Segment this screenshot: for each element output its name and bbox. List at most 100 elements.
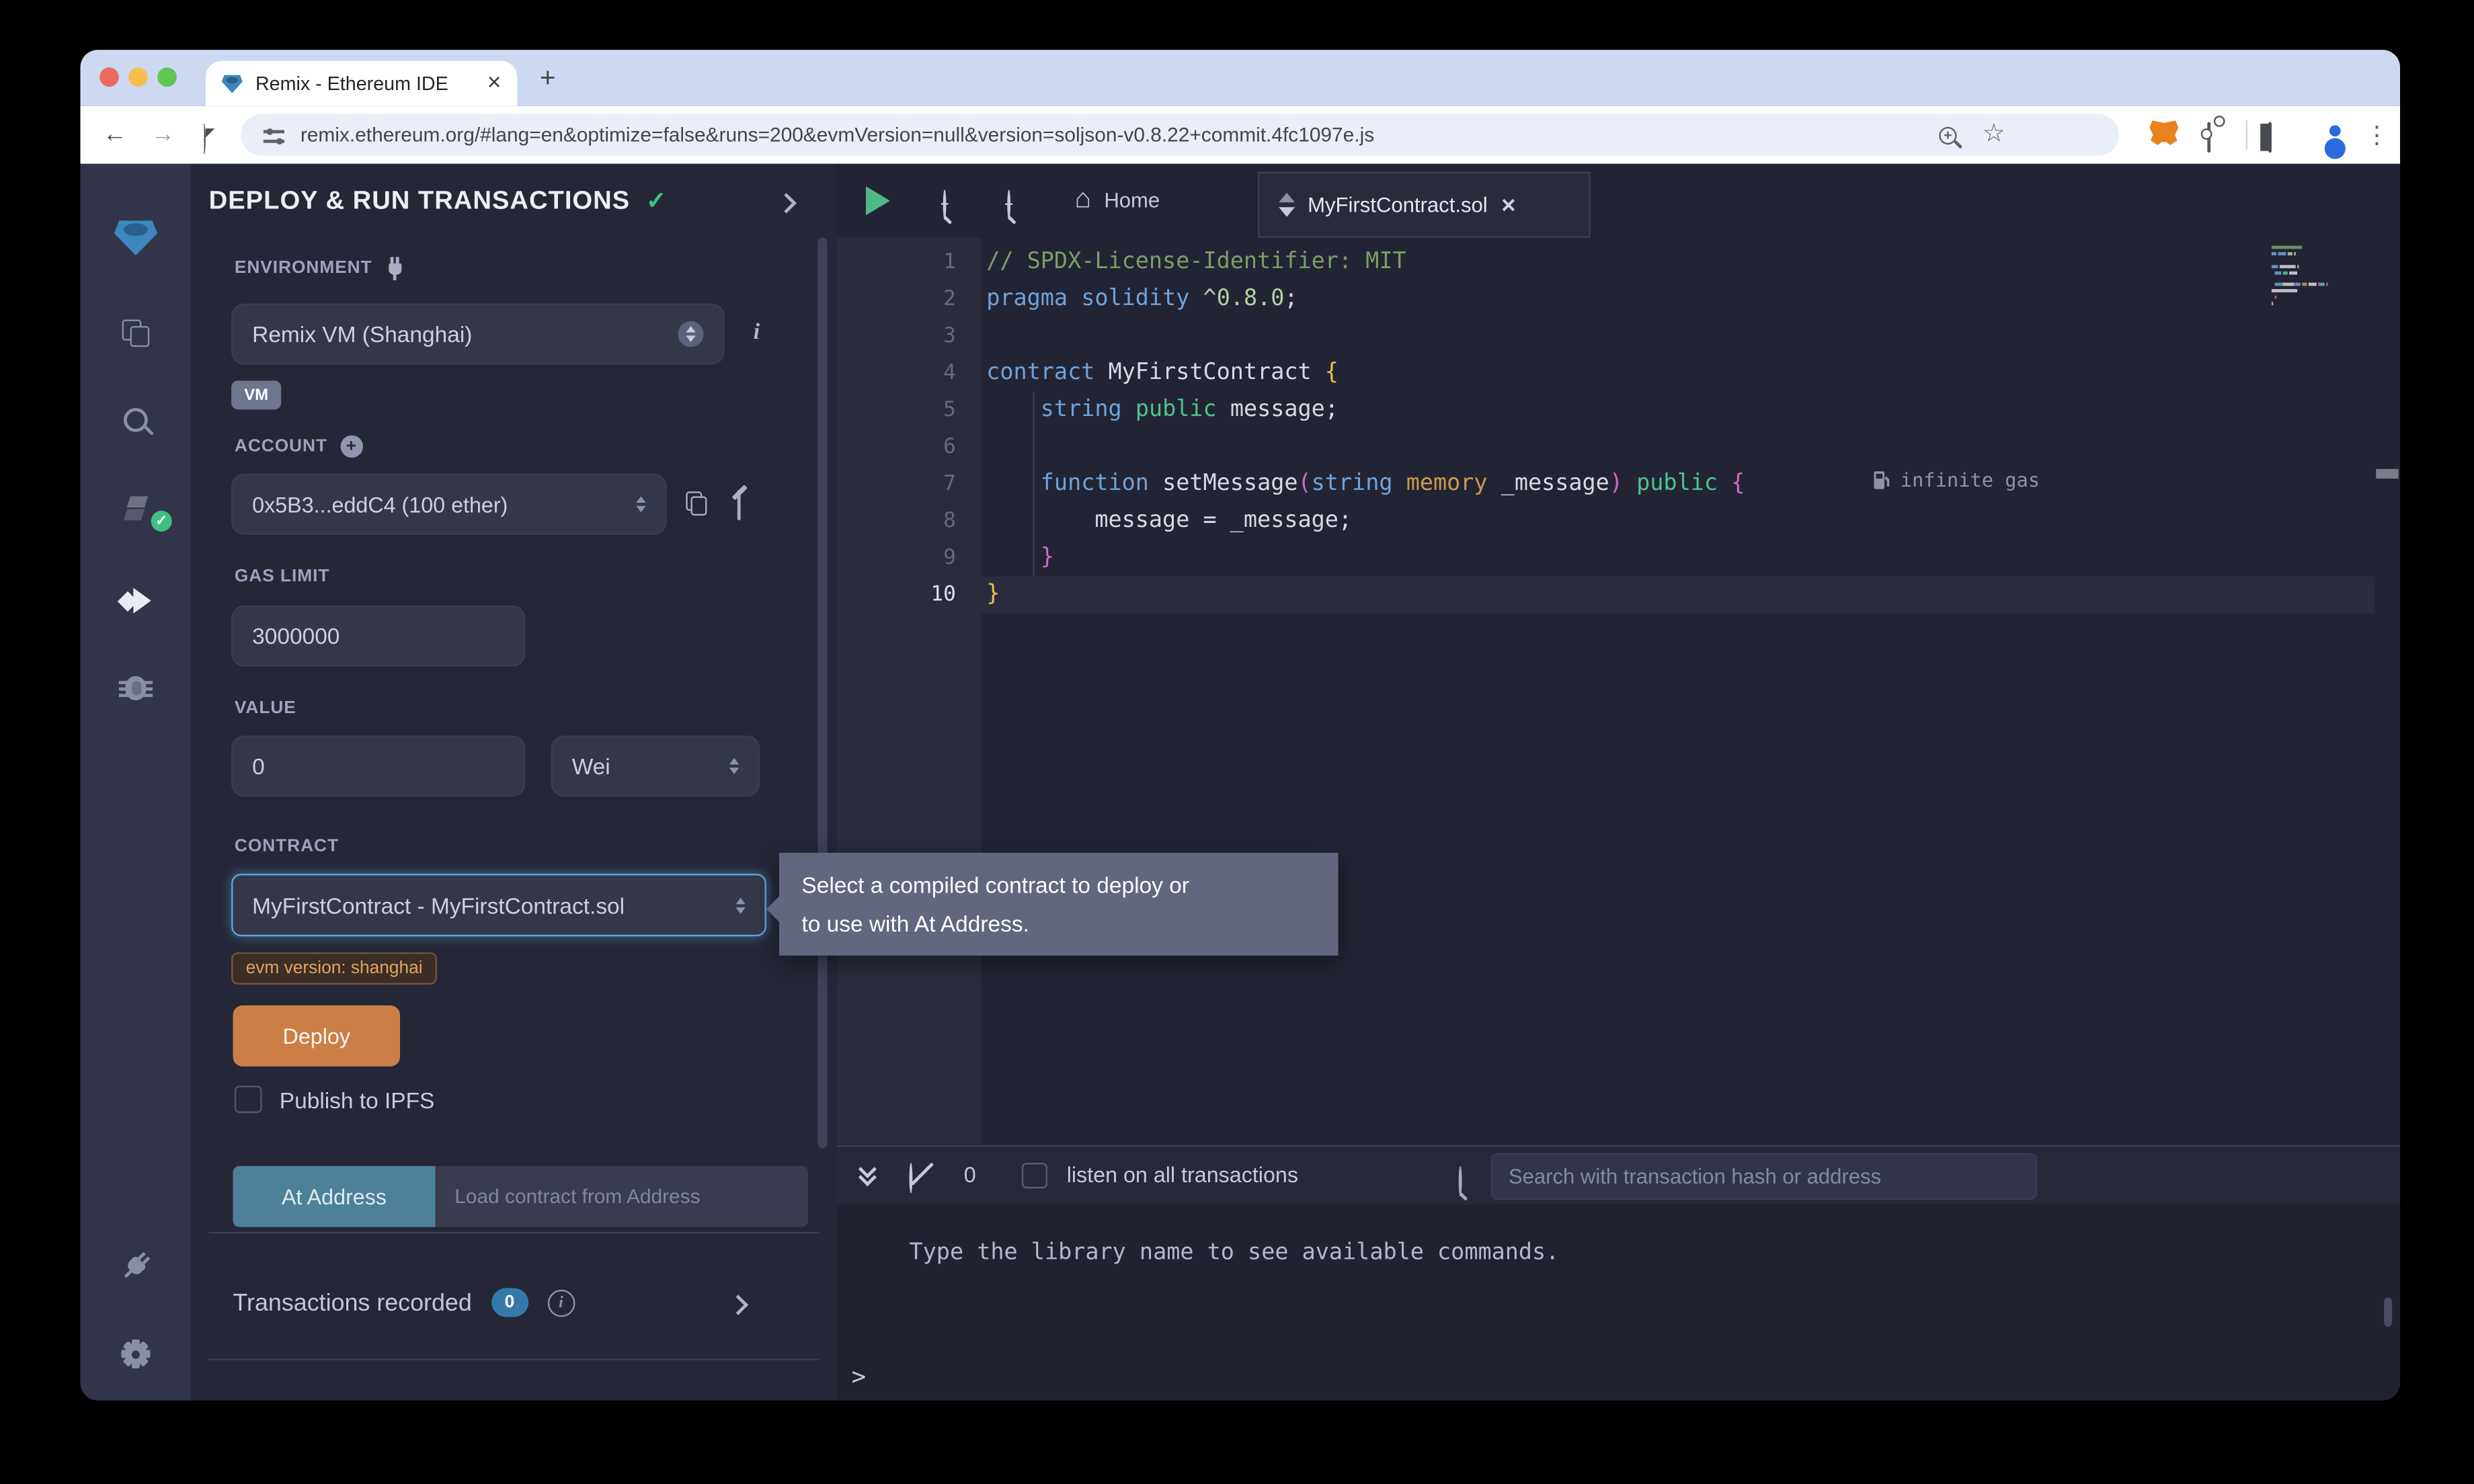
environment-info-icon[interactable] bbox=[754, 318, 760, 347]
file-explorer-icon bbox=[122, 320, 150, 345]
metamask-extension-icon[interactable] bbox=[2149, 120, 2178, 146]
editor-area: − + Home MyFirstContract.sol 12345678910… bbox=[837, 164, 2400, 1401]
contract-value: MyFirstContract - MyFirstContract.sol bbox=[252, 892, 735, 917]
account-spinner-icon bbox=[636, 496, 645, 512]
zoom-out-icon[interactable]: − bbox=[943, 190, 947, 220]
contract-spinner-icon bbox=[735, 897, 745, 913]
transactions-info-icon[interactable] bbox=[547, 1289, 575, 1317]
code-line bbox=[986, 318, 1745, 355]
tooltip-line-1: Select a compiled contract to deploy or bbox=[801, 866, 1316, 904]
back-arrow-icon[interactable]: ← bbox=[103, 122, 127, 147]
tab-close-icon[interactable] bbox=[487, 69, 502, 98]
screenshot-stage: Remix - Ethereum IDE ← → remix.ethereum.… bbox=[0, 0, 2474, 1484]
window-zoom-button[interactable] bbox=[157, 67, 177, 87]
terminal-message: Type the library name to see available c… bbox=[910, 1240, 1560, 1266]
editor-gutter: 12345678910 bbox=[837, 244, 956, 614]
window-minimize-button[interactable] bbox=[128, 67, 148, 87]
account-select[interactable]: 0x5B3...eddC4 (100 ether) bbox=[231, 474, 667, 535]
panel-collapse-chevron-icon[interactable] bbox=[776, 193, 797, 213]
browser-toolbar: ← → remix.ethereum.org/#lang=en&optimize… bbox=[80, 106, 2400, 164]
line-number: 7 bbox=[837, 466, 956, 503]
browser-menu-icon[interactable] bbox=[2365, 122, 2389, 151]
home-icon bbox=[1075, 185, 1092, 215]
terminal-header: 0 listen on all transactions bbox=[837, 1145, 2400, 1208]
plugin-plug-icon bbox=[113, 1243, 159, 1288]
transactions-expand-chevron-icon[interactable] bbox=[728, 1294, 748, 1315]
browser-tab-title: Remix - Ethereum IDE bbox=[255, 73, 487, 95]
site-settings-icon[interactable] bbox=[264, 127, 284, 143]
remix-favicon-icon bbox=[222, 74, 243, 93]
gas-pump-icon bbox=[1873, 470, 1890, 490]
deploy-run-panel: DEPLOY & RUN TRANSACTIONS ENVIRONMENT Re… bbox=[191, 164, 838, 1401]
zoom-in-icon[interactable]: + bbox=[1007, 190, 1010, 220]
environment-plug-icon bbox=[385, 257, 405, 279]
terminal-scrollbar[interactable] bbox=[2384, 1298, 2392, 1327]
indent-guide bbox=[1033, 392, 1035, 577]
sidebar-item-debugger[interactable] bbox=[80, 676, 191, 700]
sidebar-item-file-explorer[interactable] bbox=[80, 320, 191, 345]
sidebar-item-solidity-compiler[interactable] bbox=[80, 496, 191, 522]
deploy-button[interactable]: Deploy bbox=[233, 1005, 400, 1067]
gas-limit-input[interactable]: 3000000 bbox=[231, 606, 525, 667]
side-panel-icon[interactable] bbox=[2268, 122, 2272, 153]
value-label: VALUE bbox=[235, 698, 296, 718]
bookmark-star-icon[interactable] bbox=[1983, 120, 2005, 149]
sidebar-item-plugin-manager[interactable] bbox=[80, 1249, 191, 1282]
line-number: 2 bbox=[837, 281, 956, 318]
terminal-search-input[interactable] bbox=[1491, 1153, 2037, 1200]
terminal-body[interactable]: Type the library name to see available c… bbox=[837, 1204, 2400, 1401]
panel-scrollbar[interactable] bbox=[817, 238, 827, 1149]
reload-icon[interactable] bbox=[202, 124, 206, 154]
unit-spinner-icon bbox=[729, 758, 739, 774]
code-line: pragma solidity ^0.8.0; bbox=[986, 281, 1745, 318]
toolbar-separator bbox=[2246, 120, 2247, 149]
edit-account-icon[interactable] bbox=[737, 490, 741, 520]
tab-home[interactable]: Home bbox=[1075, 185, 1160, 215]
add-account-icon[interactable] bbox=[340, 436, 362, 458]
extensions-puzzle-icon[interactable] bbox=[2207, 122, 2210, 153]
contract-select[interactable]: MyFirstContract - MyFirstContract.sol bbox=[231, 874, 766, 936]
vm-badge: VM bbox=[231, 380, 281, 409]
value-input[interactable]: 0 bbox=[231, 735, 525, 796]
transactions-recorded-label: Transactions recorded bbox=[233, 1289, 471, 1317]
clear-console-icon[interactable] bbox=[910, 1163, 913, 1193]
tooltip-line-2: to use with At Address. bbox=[801, 904, 1316, 942]
expand-terminal-icon[interactable] bbox=[861, 1167, 874, 1184]
sidebar-item-deploy-run[interactable] bbox=[80, 586, 191, 614]
listen-transactions-label: listen on all transactions bbox=[1067, 1163, 1298, 1187]
environment-label: ENVIRONMENT bbox=[235, 257, 405, 279]
line-number: 10 bbox=[837, 577, 956, 614]
browser-tab[interactable]: Remix - Ethereum IDE bbox=[206, 61, 518, 106]
at-address-button[interactable]: At Address bbox=[233, 1166, 435, 1227]
zoom-page-icon[interactable]: + bbox=[1939, 126, 1956, 144]
environment-select[interactable]: Remix VM (Shanghai) bbox=[231, 304, 725, 365]
solidity-file-icon bbox=[1279, 193, 1295, 217]
account-value: 0x5B3...eddC4 (100 ether) bbox=[252, 492, 636, 516]
tab-close-icon[interactable] bbox=[1501, 190, 1517, 219]
sidebar-item-settings[interactable] bbox=[80, 1341, 191, 1366]
panel-divider-bottom bbox=[209, 1359, 820, 1360]
sidebar-item-search[interactable] bbox=[80, 408, 191, 432]
code-line: string public message; bbox=[986, 392, 1745, 429]
forward-arrow-icon[interactable]: → bbox=[151, 122, 175, 147]
at-address-input[interactable] bbox=[436, 1166, 808, 1227]
listen-transactions-checkbox[interactable] bbox=[1022, 1163, 1047, 1188]
tab-myfirstcontract[interactable]: MyFirstContract.sol bbox=[1258, 172, 1591, 238]
remix-logo-icon[interactable] bbox=[80, 218, 191, 255]
run-script-play-icon[interactable] bbox=[866, 186, 890, 215]
terminal: 0 listen on all transactions Type the li… bbox=[837, 1145, 2400, 1401]
address-bar[interactable]: remix.ethereum.org/#lang=en&optimize=fal… bbox=[241, 114, 2118, 156]
window-close-button[interactable] bbox=[99, 67, 119, 87]
new-tab-button[interactable] bbox=[540, 65, 556, 95]
terminal-count: 0 bbox=[964, 1163, 976, 1187]
contract-tooltip: Select a compiled contract to deploy or … bbox=[779, 853, 1339, 956]
publish-ipfs-checkbox[interactable] bbox=[235, 1085, 262, 1113]
editor-code: // SPDX-License-Identifier: MITpragma so… bbox=[986, 244, 1745, 614]
panel-divider bbox=[209, 1232, 820, 1233]
line-number: 8 bbox=[837, 503, 956, 540]
value-unit-select[interactable]: Wei bbox=[551, 735, 760, 796]
line-number: 6 bbox=[837, 429, 956, 466]
url-text[interactable]: remix.ethereum.org/#lang=en&optimize=fal… bbox=[301, 124, 1939, 146]
minimap[interactable] bbox=[2272, 244, 2373, 340]
overview-ruler-marker bbox=[2376, 469, 2398, 479]
